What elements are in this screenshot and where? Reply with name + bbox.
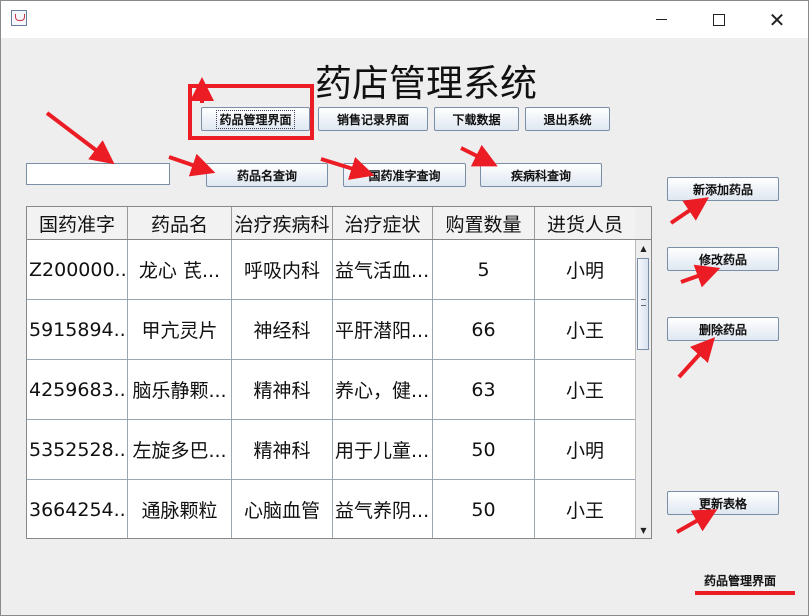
sales-record-label: 销售记录界面	[336, 112, 409, 127]
table-cell[interactable]: 精神科	[232, 360, 333, 420]
table-cell[interactable]: Z200000...	[27, 240, 128, 300]
table-cell[interactable]: 养心，健...	[333, 360, 433, 420]
exit-system-label: 退出系统	[543, 112, 592, 127]
table-cell[interactable]: 5	[433, 240, 535, 300]
scroll-up-icon[interactable]: ▲	[636, 240, 651, 256]
add-drug-button[interactable]: 新添加药品	[667, 177, 779, 201]
column-header[interactable]: 药品名	[128, 207, 232, 239]
arrow-icon	[168, 153, 216, 177]
search-by-department-label: 疾病科查询	[510, 168, 571, 183]
table-cell[interactable]: 5352528...	[27, 420, 128, 480]
java-app-icon	[11, 10, 27, 26]
highlight-underline	[695, 591, 795, 595]
vertical-scrollbar[interactable]: ▲ ▼	[635, 240, 651, 538]
column-header[interactable]: 国药准字	[27, 207, 128, 239]
highlight-box	[188, 84, 314, 140]
arrow-icon	[669, 197, 709, 225]
column-header[interactable]: 治疗症状	[333, 207, 433, 239]
table-cell[interactable]: 50	[433, 420, 535, 480]
arrow-icon	[45, 111, 115, 165]
refresh-table-label: 更新表格	[698, 496, 747, 511]
exit-system-button[interactable]: 退出系统	[525, 107, 610, 131]
table-cell[interactable]: 小王	[535, 360, 636, 420]
download-data-button[interactable]: 下载数据	[434, 107, 519, 131]
table-cell[interactable]: 通脉颗粒	[128, 480, 232, 538]
table-cell[interactable]: 脑乐静颗...	[128, 360, 232, 420]
arrow-icon	[677, 337, 716, 379]
close-icon[interactable]: ✕	[754, 1, 800, 38]
table-cell[interactable]: 心脑血管	[232, 480, 333, 538]
table-cell[interactable]: 66	[433, 300, 535, 360]
sales-record-button[interactable]: 销售记录界面	[318, 107, 428, 131]
table-row[interactable]: Z200000... 龙心 芪... 呼吸内科 益气活血... 5 小明	[27, 240, 636, 300]
table-cell[interactable]: 平肝潜阳...	[333, 300, 433, 360]
table-cell[interactable]: 5915894...	[27, 300, 128, 360]
table-cell[interactable]: 4259683...	[27, 360, 128, 420]
table-cell[interactable]: 神经科	[232, 300, 333, 360]
table-row[interactable]: 4259683... 脑乐静颗... 精神科 养心，健... 63 小王	[27, 360, 636, 420]
arrow-icon	[680, 264, 721, 288]
delete-drug-button[interactable]: 删除药品	[667, 317, 779, 341]
search-by-department-button[interactable]: 疾病科查询	[480, 163, 602, 187]
table-row[interactable]: 5352528... 左旋多巴... 精神科 用于儿童... 50 小明	[27, 420, 636, 480]
table-cell[interactable]: 益气活血...	[333, 240, 433, 300]
minimize-icon[interactable]	[638, 1, 684, 38]
delete-drug-label: 删除药品	[698, 322, 747, 337]
table-cell[interactable]: 小明	[535, 240, 636, 300]
app-window: ✕ 药店管理系统 药品管理界面 销售记录界面 下载数据 退出系统 药品名查询 国…	[0, 0, 809, 616]
search-by-name-button[interactable]: 药品名查询	[206, 163, 328, 187]
table-cell[interactable]: 小明	[535, 420, 636, 480]
scroll-down-icon[interactable]: ▼	[636, 522, 651, 538]
search-input[interactable]	[26, 163, 170, 185]
drug-table: 国药准字 药品名 治疗疾病科 治疗症状 购置数量 进货人员 Z200000...…	[26, 206, 652, 539]
title-bar: ✕	[1, 1, 808, 38]
table-row[interactable]: 5915894... 甲亢灵片 神经科 平肝潜阳... 66 小王	[27, 300, 636, 360]
add-drug-label: 新添加药品	[692, 182, 753, 197]
arrow-icon	[676, 509, 718, 534]
current-view-label: 药品管理界面	[704, 574, 777, 588]
download-data-label: 下载数据	[452, 112, 501, 127]
maximize-icon[interactable]	[696, 1, 742, 38]
column-header[interactable]: 治疗疾病科	[232, 207, 333, 239]
column-header[interactable]: 进货人员	[535, 207, 636, 239]
search-by-name-label: 药品名查询	[236, 168, 297, 183]
table-cell[interactable]: 益气养阴...	[333, 480, 433, 538]
refresh-table-button[interactable]: 更新表格	[667, 491, 779, 515]
scroll-thumb[interactable]	[637, 258, 649, 350]
search-by-approval-button[interactable]: 国药准字查询	[343, 163, 466, 187]
table-row[interactable]: 3664254... 通脉颗粒 心脑血管 益气养阴... 50 小王	[27, 480, 636, 538]
table-cell[interactable]: 龙心 芪...	[128, 240, 232, 300]
table-header: 国药准字 药品名 治疗疾病科 治疗症状 购置数量 进货人员	[27, 207, 636, 240]
edit-drug-button[interactable]: 修改药品	[667, 247, 779, 271]
table-cell[interactable]: 左旋多巴...	[128, 420, 232, 480]
table-cell[interactable]: 小王	[535, 300, 636, 360]
edit-drug-label: 修改药品	[698, 252, 747, 267]
table-body: Z200000... 龙心 芪... 呼吸内科 益气活血... 5 小明 591…	[27, 240, 636, 538]
table-cell[interactable]: 3664254...	[27, 480, 128, 538]
table-cell[interactable]: 精神科	[232, 420, 333, 480]
table-cell[interactable]: 呼吸内科	[232, 240, 333, 300]
table-cell[interactable]: 63	[433, 360, 535, 420]
table-cell[interactable]: 50	[433, 480, 535, 538]
table-cell[interactable]: 甲亢灵片	[128, 300, 232, 360]
table-cell[interactable]: 用于儿童...	[333, 420, 433, 480]
search-by-approval-label: 国药准字查询	[368, 168, 441, 183]
table-cell[interactable]: 小王	[535, 480, 636, 538]
page-title: 药店管理系统	[315, 62, 537, 105]
table-corner	[635, 207, 651, 240]
column-header[interactable]: 购置数量	[433, 207, 535, 239]
arrow-icon	[460, 144, 498, 167]
